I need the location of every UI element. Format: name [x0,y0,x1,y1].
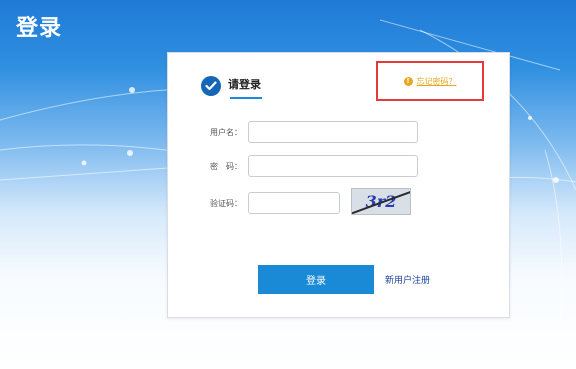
login-button[interactable]: 登录 [258,265,374,294]
login-card: 请登录 ! 忘记密码？ 用户名： 密 码： 验证码： 3r2 登录 新用户注册 [167,52,510,318]
username-input[interactable] [248,121,418,143]
register-link[interactable]: 新用户注册 [385,273,430,286]
captcha-image[interactable]: 3r2 [351,188,411,215]
page-title: 登录 [16,16,63,41]
password-label: 密 码： [210,161,242,171]
tab-underline [230,97,262,99]
password-row: 密 码： [168,155,418,177]
check-circle-icon [201,76,221,96]
warning-icon: ! [403,76,413,86]
tab-login-label: 请登录 [228,78,261,91]
forgot-password-link[interactable]: 忘记密码？ [417,76,457,87]
forgot-password-highlight: ! 忘记密码？ [376,61,484,101]
captcha-input[interactable] [248,192,340,214]
captcha-row: 验证码： [168,192,340,214]
username-row: 用户名： [168,121,418,143]
password-input[interactable] [248,155,418,177]
captcha-label: 验证码： [210,198,242,208]
tab-login[interactable]: 请登录 [201,73,261,99]
username-label: 用户名： [210,127,242,137]
